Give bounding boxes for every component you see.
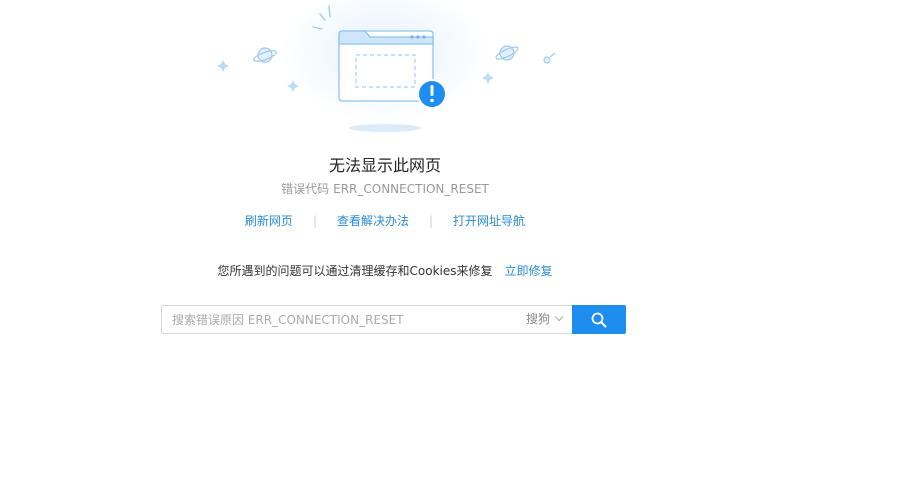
browser-window-error-illustration [217, 0, 556, 132]
open-navigation-link[interactable]: 打开网址导航 [453, 214, 525, 228]
error-page: 无法显示此网页 错误代码 ERR_CONNECTION_RESET 刷新网页 | 查看… [0, 0, 922, 504]
view-solution-link[interactable]: 查看解决办法 [337, 214, 409, 228]
comet-icon [543, 52, 556, 64]
fix-now-link[interactable]: 立即修复 [504, 264, 552, 278]
search-icon [591, 312, 607, 328]
chevron-down-icon [554, 312, 564, 322]
refresh-page-link[interactable]: 刷新网页 [245, 214, 293, 228]
cache-hint-text: 您所遇到的问题可以通过清理缓存和Cookies来修复 [217, 264, 493, 278]
error-code-line: 错误代码 ERR_CONNECTION_RESET [0, 180, 770, 197]
search-bar: 搜狗 [161, 305, 626, 334]
search-button[interactable] [572, 305, 626, 334]
exclamation-circle-icon [417, 79, 447, 109]
error-illustration [205, 0, 565, 140]
search-input[interactable] [162, 306, 502, 333]
separator: | [312, 214, 317, 228]
error-code-value: ERR_CONNECTION_RESET [333, 182, 489, 196]
cache-hint: 您所遇到的问题可以通过清理缓存和Cookies来修复 立即修复 [0, 262, 770, 279]
search-box: 搜狗 [161, 305, 572, 334]
action-links: 刷新网页 | 查看解决办法 | 打开网址导航 [0, 212, 770, 229]
separator: | [429, 214, 434, 228]
search-engine-select[interactable]: 搜狗 [525, 306, 564, 333]
page-title: 无法显示此网页 [328, 156, 441, 175]
sparkle-icon [217, 60, 229, 72]
shadow-decoration [349, 124, 421, 132]
planet-right-icon [495, 45, 519, 61]
error-code-label: 错误代码 [281, 182, 330, 196]
search-engine-label: 搜狗 [525, 312, 550, 326]
planet-left-icon [253, 47, 277, 63]
